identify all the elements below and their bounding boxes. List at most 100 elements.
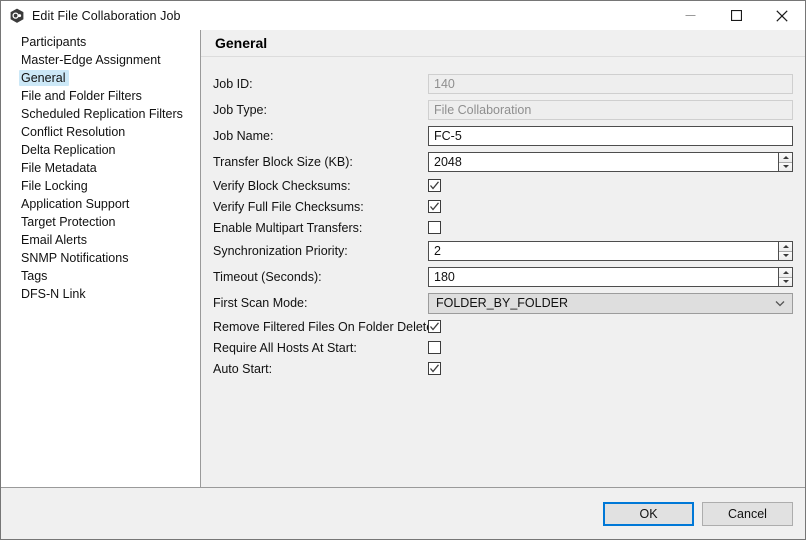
sidebar-item-label: Application Support [19,196,133,212]
job-name-label: Job Name: [213,129,428,143]
sidebar-item-master-edge-assignment[interactable]: Master-Edge Assignment [1,51,200,69]
timeout-seconds-stepper[interactable] [428,267,793,287]
window-controls [667,1,805,30]
dialog-footer: OK Cancel [1,487,805,539]
synchronization-priority-stepper[interactable] [428,241,793,261]
sidebar-item-label: Email Alerts [19,232,91,248]
check-icon [429,321,440,332]
job-type-field [428,100,793,120]
sidebar-item-label: Tags [19,268,51,284]
require-all-hosts-checkbox[interactable] [428,341,441,354]
check-icon [429,180,440,191]
auto-start-checkbox[interactable] [428,362,441,375]
row-timeout-seconds: Timeout (Seconds): [213,264,793,290]
sidebar-item-tags[interactable]: Tags [1,267,200,285]
sidebar-item-label: SNMP Notifications [19,250,132,266]
general-settings-form: Job ID: Job Type: Job Name: [201,57,805,487]
row-require-all-hosts: Require All Hosts At Start: [213,337,793,358]
row-remove-filtered-files: Remove Filtered Files On Folder Delete: [213,316,793,337]
row-enable-multipart-transfers: Enable Multipart Transfers: [213,217,793,238]
enable-multipart-transfers-label: Enable Multipart Transfers: [213,221,428,235]
sidebar-item-label: File and Folder Filters [19,88,146,104]
job-name-field[interactable] [428,126,793,146]
job-type-label: Job Type: [213,103,428,117]
verify-full-file-checksums-checkbox[interactable] [428,200,441,213]
sidebar-item-delta-replication[interactable]: Delta Replication [1,141,200,159]
sidebar-item-snmp-notifications[interactable]: SNMP Notifications [1,249,200,267]
close-icon[interactable] [759,1,805,30]
spinner-up-icon[interactable] [779,268,792,278]
first-scan-mode-label: First Scan Mode: [213,296,428,310]
transfer-block-size-field[interactable] [428,152,778,172]
maximize-icon[interactable] [713,1,759,30]
dialog-window: Edit File Collaboration Job Participants… [0,0,806,540]
verify-block-checksums-checkbox[interactable] [428,179,441,192]
spinner-down-icon[interactable] [779,163,792,172]
synchronization-priority-label: Synchronization Priority: [213,244,428,258]
sidebar-item-file-and-folder-filters[interactable]: File and Folder Filters [1,87,200,105]
sidebar-item-conflict-resolution[interactable]: Conflict Resolution [1,123,200,141]
sidebar-item-email-alerts[interactable]: Email Alerts [1,231,200,249]
sidebar-item-label: Delta Replication [19,142,120,158]
sidebar-item-dfs-n-link[interactable]: DFS-N Link [1,285,200,303]
sidebar-item-label: Conflict Resolution [19,124,129,140]
spinner-down-icon[interactable] [779,252,792,261]
sidebar-item-label: File Locking [19,178,92,194]
timeout-seconds-field[interactable] [428,267,778,287]
transfer-block-size-stepper[interactable] [428,152,793,172]
sidebar-item-label: General [19,70,69,86]
dialog-body: Participants Master-Edge Assignment Gene… [1,30,805,487]
sidebar-item-label: DFS-N Link [19,286,90,302]
check-icon [429,363,440,374]
row-job-id: Job ID: [213,71,793,97]
job-id-field [428,74,793,94]
spinner-up-icon[interactable] [779,153,792,163]
sidebar-item-scheduled-replication-filters[interactable]: Scheduled Replication Filters [1,105,200,123]
ok-button[interactable]: OK [603,502,694,526]
content-panel: General Job ID: Job Type: Job Name: [201,30,805,487]
window-title: Edit File Collaboration Job [32,9,181,23]
sidebar-item-label: Participants [19,34,90,50]
sidebar-item-label: Master-Edge Assignment [19,52,165,68]
spinner-down-icon[interactable] [779,278,792,287]
sidebar-item-label: Scheduled Replication Filters [19,106,187,122]
job-id-label: Job ID: [213,77,428,91]
app-hexagon-icon [9,8,25,24]
auto-start-label: Auto Start: [213,362,428,376]
require-all-hosts-label: Require All Hosts At Start: [213,341,428,355]
sidebar-item-label: File Metadata [19,160,101,176]
sidebar-item-label: Target Protection [19,214,120,230]
row-verify-full-file-checksums: Verify Full File Checksums: [213,196,793,217]
cancel-button[interactable]: Cancel [702,502,793,526]
transfer-block-size-label: Transfer Block Size (KB): [213,155,428,169]
first-scan-mode-value: FOLDER_BY_FOLDER [436,296,774,310]
sidebar-item-participants[interactable]: Participants [1,33,200,51]
row-synchronization-priority: Synchronization Priority: [213,238,793,264]
minimize-icon[interactable] [667,1,713,30]
remove-filtered-files-label: Remove Filtered Files On Folder Delete: [213,320,428,334]
enable-multipart-transfers-checkbox[interactable] [428,221,441,234]
row-auto-start: Auto Start: [213,358,793,379]
row-job-name: Job Name: [213,123,793,149]
synchronization-priority-field[interactable] [428,241,778,261]
spinner-up-icon[interactable] [779,242,792,252]
verify-block-checksums-label: Verify Block Checksums: [213,179,428,193]
remove-filtered-files-checkbox[interactable] [428,320,441,333]
sidebar-item-target-protection[interactable]: Target Protection [1,213,200,231]
sidebar-item-general[interactable]: General [1,69,200,87]
row-verify-block-checksums: Verify Block Checksums: [213,175,793,196]
check-icon [429,201,440,212]
timeout-seconds-label: Timeout (Seconds): [213,270,428,284]
sidebar-item-file-metadata[interactable]: File Metadata [1,159,200,177]
title-bar: Edit File Collaboration Job [1,1,805,30]
sidebar-item-application-support[interactable]: Application Support [1,195,200,213]
sidebar-item-file-locking[interactable]: File Locking [1,177,200,195]
first-scan-mode-select[interactable]: FOLDER_BY_FOLDER [428,293,793,314]
row-transfer-block-size: Transfer Block Size (KB): [213,149,793,175]
chevron-down-icon [774,300,786,307]
page-title: General [215,35,267,51]
sidebar-nav: Participants Master-Edge Assignment Gene… [1,30,201,487]
row-first-scan-mode: First Scan Mode: FOLDER_BY_FOLDER [213,290,793,316]
verify-full-file-checksums-label: Verify Full File Checksums: [213,200,428,214]
row-job-type: Job Type: [213,97,793,123]
